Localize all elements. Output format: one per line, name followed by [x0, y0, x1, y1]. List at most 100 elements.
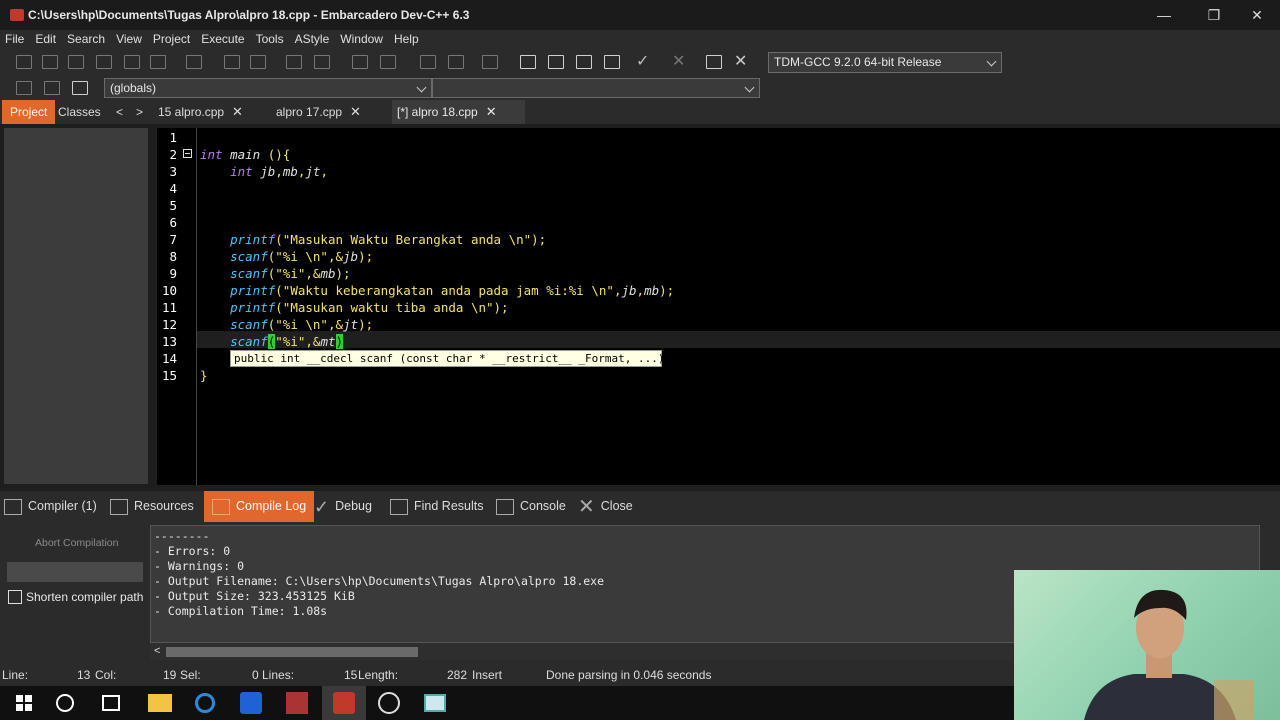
line-number: 9	[169, 266, 177, 281]
line-number: 7	[169, 232, 177, 247]
dropbox-icon[interactable]	[240, 692, 262, 714]
menu-astyle[interactable]: AStyle	[295, 32, 330, 46]
tab-compiler[interactable]: Compiler (1)	[4, 491, 103, 522]
fold-minus-icon[interactable]	[183, 149, 192, 158]
close-file-icon[interactable]	[124, 55, 140, 69]
file-tab-alpro-18[interactable]: [*] alpro 18.cpp ✕	[392, 100, 525, 124]
maximize-button[interactable]: ❐	[1191, 0, 1237, 30]
chevron-down-icon	[416, 82, 427, 93]
print-icon[interactable]	[186, 55, 202, 69]
close-tab-icon[interactable]: ✕	[486, 104, 497, 119]
menu-window[interactable]: Window	[340, 32, 383, 46]
tab-debug[interactable]: ✓ Debug	[314, 491, 378, 522]
tab-project[interactable]: Project	[2, 100, 56, 124]
menu-edit[interactable]: Edit	[35, 32, 56, 46]
file-tab-alpro-17[interactable]: alpro 17.cpp ✕	[276, 100, 373, 124]
shield-icon[interactable]	[482, 55, 498, 69]
status-length-label: Length:	[358, 668, 399, 682]
file-explorer-icon[interactable]	[148, 694, 172, 712]
close-window-button[interactable]: ✕	[1234, 0, 1280, 30]
app-window-icon[interactable]	[424, 694, 446, 712]
scope-select[interactable]: (globals)	[104, 78, 432, 98]
tab-resources-label: Resources	[134, 499, 194, 513]
scroll-left-icon[interactable]: <	[154, 645, 160, 657]
stop-icon[interactable]: ✕	[672, 54, 688, 70]
devcpp-taskbar-button[interactable]	[322, 686, 366, 720]
rebuild-icon[interactable]	[604, 55, 620, 69]
code-line-2: int main (){	[200, 147, 291, 162]
status-message: Done parsing in 0.046 seconds	[546, 668, 712, 682]
project-panel[interactable]	[4, 128, 148, 484]
code-line-8: scanf("%i \n",&jb);	[230, 249, 374, 264]
chevron-down-icon	[744, 82, 755, 93]
run-icon[interactable]	[548, 55, 564, 69]
menu-project[interactable]: Project	[153, 32, 190, 46]
close-tab-icon[interactable]: ✕	[350, 104, 361, 119]
tab-classes[interactable]: Classes	[50, 100, 109, 124]
status-line-label: Line:	[2, 668, 29, 682]
menu-execute[interactable]: Execute	[201, 32, 244, 46]
file-tab-15-alpro[interactable]: 15 alpro.cpp ✕	[158, 100, 255, 124]
line-gutter: 1 2 3 4 5 6 7 8 9 10 11 12 13 14 15	[157, 128, 197, 485]
abort-compilation-button[interactable]: Abort Compilation	[35, 537, 118, 549]
tab-compile-log[interactable]: Compile Log	[204, 491, 315, 522]
menu-search[interactable]: Search	[67, 32, 105, 46]
line-number: 4	[169, 181, 177, 196]
chart-icon[interactable]	[706, 55, 722, 69]
status-col-label: Col:	[95, 668, 117, 682]
open-file-icon[interactable]	[42, 55, 58, 69]
scrollbar-thumb[interactable]	[166, 647, 418, 657]
devcpp-app-icon	[10, 9, 24, 21]
line-number: 13	[161, 334, 177, 349]
menu-tools[interactable]: Tools	[256, 32, 284, 46]
undo-icon[interactable]	[352, 55, 368, 69]
bookmark-icon[interactable]	[44, 81, 60, 95]
task-view-icon[interactable]	[102, 695, 120, 711]
close-tab-icon[interactable]: ✕	[232, 104, 243, 119]
line-number: 2	[169, 147, 177, 162]
tab-close[interactable]: ✕ Close	[578, 491, 639, 522]
goto-bookmark-icon[interactable]	[72, 81, 88, 95]
function-select[interactable]	[432, 78, 760, 98]
code-editor[interactable]: 1 2 3 4 5 6 7 8 9 10 11 12 13 14 15 int …	[157, 128, 1280, 485]
log-line: --------	[154, 529, 210, 543]
line-number: 14	[161, 351, 177, 366]
compile-run-icon[interactable]	[576, 55, 592, 69]
unindent-icon[interactable]	[314, 55, 330, 69]
menu-help[interactable]: Help	[394, 32, 419, 46]
redo-icon[interactable]	[380, 55, 396, 69]
tab-find-results[interactable]: Find Results	[390, 491, 489, 522]
shorten-path-checkbox[interactable]	[8, 590, 22, 604]
edge-browser-icon[interactable]	[195, 693, 215, 713]
windows-start-icon[interactable]	[12, 691, 36, 715]
tab-console[interactable]: Console	[496, 491, 572, 522]
syntax-check-icon[interactable]: ✓	[636, 54, 652, 70]
progress-bar	[7, 562, 143, 582]
recorder-icon[interactable]	[378, 692, 400, 714]
new-file-icon[interactable]	[16, 55, 32, 69]
compiler-select-value: TDM-GCC 9.2.0 64-bit Release	[774, 55, 942, 69]
tab-next-arrow[interactable]: >	[128, 100, 151, 124]
line-number: 5	[169, 198, 177, 213]
menu-view[interactable]: View	[116, 32, 142, 46]
indent-icon[interactable]	[286, 55, 302, 69]
menu-file[interactable]: File	[5, 32, 24, 46]
close-all-icon[interactable]	[150, 55, 166, 69]
insert-icon[interactable]	[16, 81, 32, 95]
winrar-icon[interactable]	[286, 692, 308, 714]
compiler-select[interactable]: TDM-GCC 9.2.0 64-bit Release	[768, 52, 1002, 73]
tab-debug-label: Debug	[335, 499, 372, 513]
status-line-value: 13	[77, 668, 91, 682]
project-options-icon[interactable]	[448, 55, 464, 69]
compile-icon[interactable]	[520, 55, 536, 69]
search-icon[interactable]	[56, 694, 74, 712]
save-icon[interactable]	[68, 55, 84, 69]
save-all-icon[interactable]	[96, 55, 112, 69]
replace-icon[interactable]	[250, 55, 266, 69]
new-project-icon[interactable]	[420, 55, 436, 69]
tab-compile-log-label: Compile Log	[236, 499, 307, 513]
delete-icon[interactable]: ✕	[734, 54, 750, 70]
find-icon[interactable]	[224, 55, 240, 69]
tab-resources[interactable]: Resources	[110, 491, 200, 522]
minimize-button[interactable]: —	[1141, 0, 1187, 30]
